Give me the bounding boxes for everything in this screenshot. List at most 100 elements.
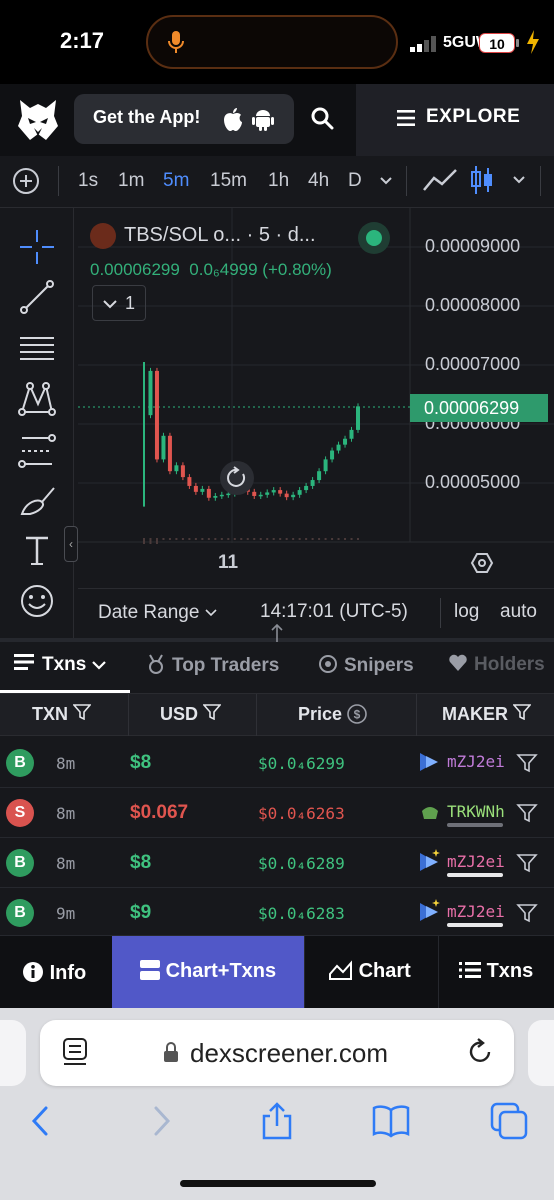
last-price-label: 0.00006299 (410, 394, 548, 422)
dexscreener-logo-icon[interactable] (16, 96, 60, 144)
timeframe-d[interactable]: D (348, 170, 362, 192)
dollar-toggle-icon[interactable]: $ (347, 704, 367, 724)
reset-chart-button[interactable] (220, 461, 254, 495)
line-chart-icon[interactable] (422, 166, 458, 194)
log-scale-toggle[interactable]: log (454, 601, 479, 623)
filter-icon[interactable] (72, 704, 92, 721)
settings-hex-icon[interactable] (470, 551, 494, 575)
next-tab-peek[interactable] (528, 1020, 554, 1086)
filter-icon[interactable] (516, 903, 538, 923)
timeframe-1h[interactable]: 1h (268, 170, 289, 192)
tab-snipers-label: Snipers (344, 655, 414, 676)
nav-chart-txns[interactable]: Chart+Txns (112, 936, 304, 1008)
txn-age: 8m (56, 754, 76, 773)
timeframe-5m[interactable]: 5m (163, 170, 189, 192)
reload-icon[interactable] (468, 1038, 494, 1066)
chart-candle (258, 494, 263, 497)
back-icon[interactable] (22, 1102, 60, 1140)
bookmarks-icon[interactable] (372, 1102, 410, 1140)
maker-tag-bar (447, 873, 503, 877)
active-tab-indicator (0, 690, 130, 693)
collapse-toolbar-button[interactable]: ‹ (64, 526, 78, 562)
filter-icon[interactable] (202, 704, 222, 721)
filter-icon[interactable] (516, 853, 538, 873)
volume-bar (201, 538, 204, 540)
maker-tag-bar (447, 923, 503, 927)
text-tool-icon[interactable] (16, 530, 58, 572)
chart-candle (167, 435, 172, 472)
nav-txns[interactable]: Txns (438, 936, 554, 1008)
search-icon[interactable] (310, 106, 334, 130)
auto-scale-toggle[interactable]: auto (500, 601, 537, 623)
maker-address[interactable]: mZJ2ei (447, 902, 505, 921)
tab-top-traders[interactable]: Top Traders (146, 654, 279, 677)
nav-info[interactable]: Info (0, 936, 112, 1008)
volume-bar (233, 538, 236, 540)
timeframe-1m[interactable]: 1m (118, 170, 144, 192)
maker-address[interactable]: TRKWNh (447, 802, 505, 821)
chevron-down-icon[interactable] (512, 173, 526, 187)
col-maker[interactable]: MAKER (442, 704, 532, 725)
filter-icon[interactable] (516, 803, 538, 823)
horizontal-lines-icon[interactable] (16, 328, 58, 370)
tab-holders[interactable]: Holders (448, 654, 545, 676)
status-time: 2:17 (60, 28, 105, 53)
timeframe-15m[interactable]: 15m (210, 170, 247, 192)
chart-candle (343, 438, 348, 445)
timeframe-4h[interactable]: 4h (308, 170, 329, 192)
volume-bar (168, 538, 171, 540)
chart-candle (291, 494, 296, 498)
y-axis-label: 0.00008000 (425, 295, 521, 315)
nav-chart[interactable]: Chart (304, 936, 438, 1008)
previous-tab-peek[interactable] (0, 1020, 26, 1086)
tab-holders-label: Holders (474, 654, 545, 675)
reader-icon[interactable] (60, 1036, 90, 1068)
ohlc-price: 0.00006299 (90, 260, 180, 279)
symbol-title[interactable]: TBS/SOL o... · 5 · d... (124, 224, 316, 247)
candlestick-icon[interactable] (470, 164, 494, 196)
timeframe-1s[interactable]: 1s (78, 170, 98, 192)
forward-icon[interactable] (142, 1102, 180, 1140)
txn-usd: $8 (130, 852, 152, 873)
chart-candle (310, 480, 315, 486)
filter-icon[interactable] (512, 704, 532, 721)
trend-line-icon[interactable] (16, 276, 58, 318)
tab-txns[interactable]: Txns (14, 654, 106, 676)
tab-snipers[interactable]: Snipers (318, 654, 414, 677)
maker-address[interactable]: mZJ2ei (447, 752, 505, 771)
prediction-tool-icon[interactable] (16, 430, 58, 472)
volume-bar (188, 538, 191, 540)
maker-wallet-icon (422, 807, 438, 819)
chevron-down-icon[interactable] (378, 173, 394, 189)
battery-indicator: 10 (479, 33, 515, 53)
volume-bar (253, 538, 256, 540)
maker-address[interactable]: mZJ2ei (447, 852, 505, 871)
volume-bar (246, 538, 249, 540)
reset-icon (227, 466, 246, 487)
nav-chart-txns-label: Chart+Txns (165, 960, 277, 982)
volume-bar (305, 538, 308, 540)
emoji-icon[interactable] (16, 580, 58, 622)
info-icon (23, 962, 43, 982)
crosshair-icon (319, 655, 337, 673)
url-text[interactable]: dexscreener.com (190, 1038, 388, 1069)
col-txn[interactable]: TXN (32, 704, 92, 725)
chart-candle (330, 450, 335, 460)
chart-clock[interactable]: 14:17:01 (UTC-5) (260, 601, 408, 623)
crosshair-icon[interactable] (16, 226, 58, 268)
pattern-tool-icon[interactable] (16, 378, 58, 420)
tabs-icon[interactable] (490, 1102, 528, 1140)
indicators-toggle[interactable]: 1 (92, 285, 146, 321)
brush-icon[interactable] (16, 480, 58, 522)
ohlc-readout: 0.00006299 0.0₆4999 (+0.80%) (90, 260, 332, 280)
txn-age: 9m (56, 904, 76, 923)
buy-badge: B (6, 849, 34, 877)
col-price[interactable]: Price $ (298, 704, 367, 725)
share-icon[interactable] (258, 1102, 296, 1140)
filter-icon[interactable] (516, 753, 538, 773)
add-indicator-icon[interactable] (12, 167, 40, 195)
date-range-button[interactable]: Date Range (98, 602, 217, 624)
txn-usd: $0.067 (130, 802, 189, 823)
volume-bar (155, 538, 158, 544)
col-usd[interactable]: USD (160, 704, 222, 725)
